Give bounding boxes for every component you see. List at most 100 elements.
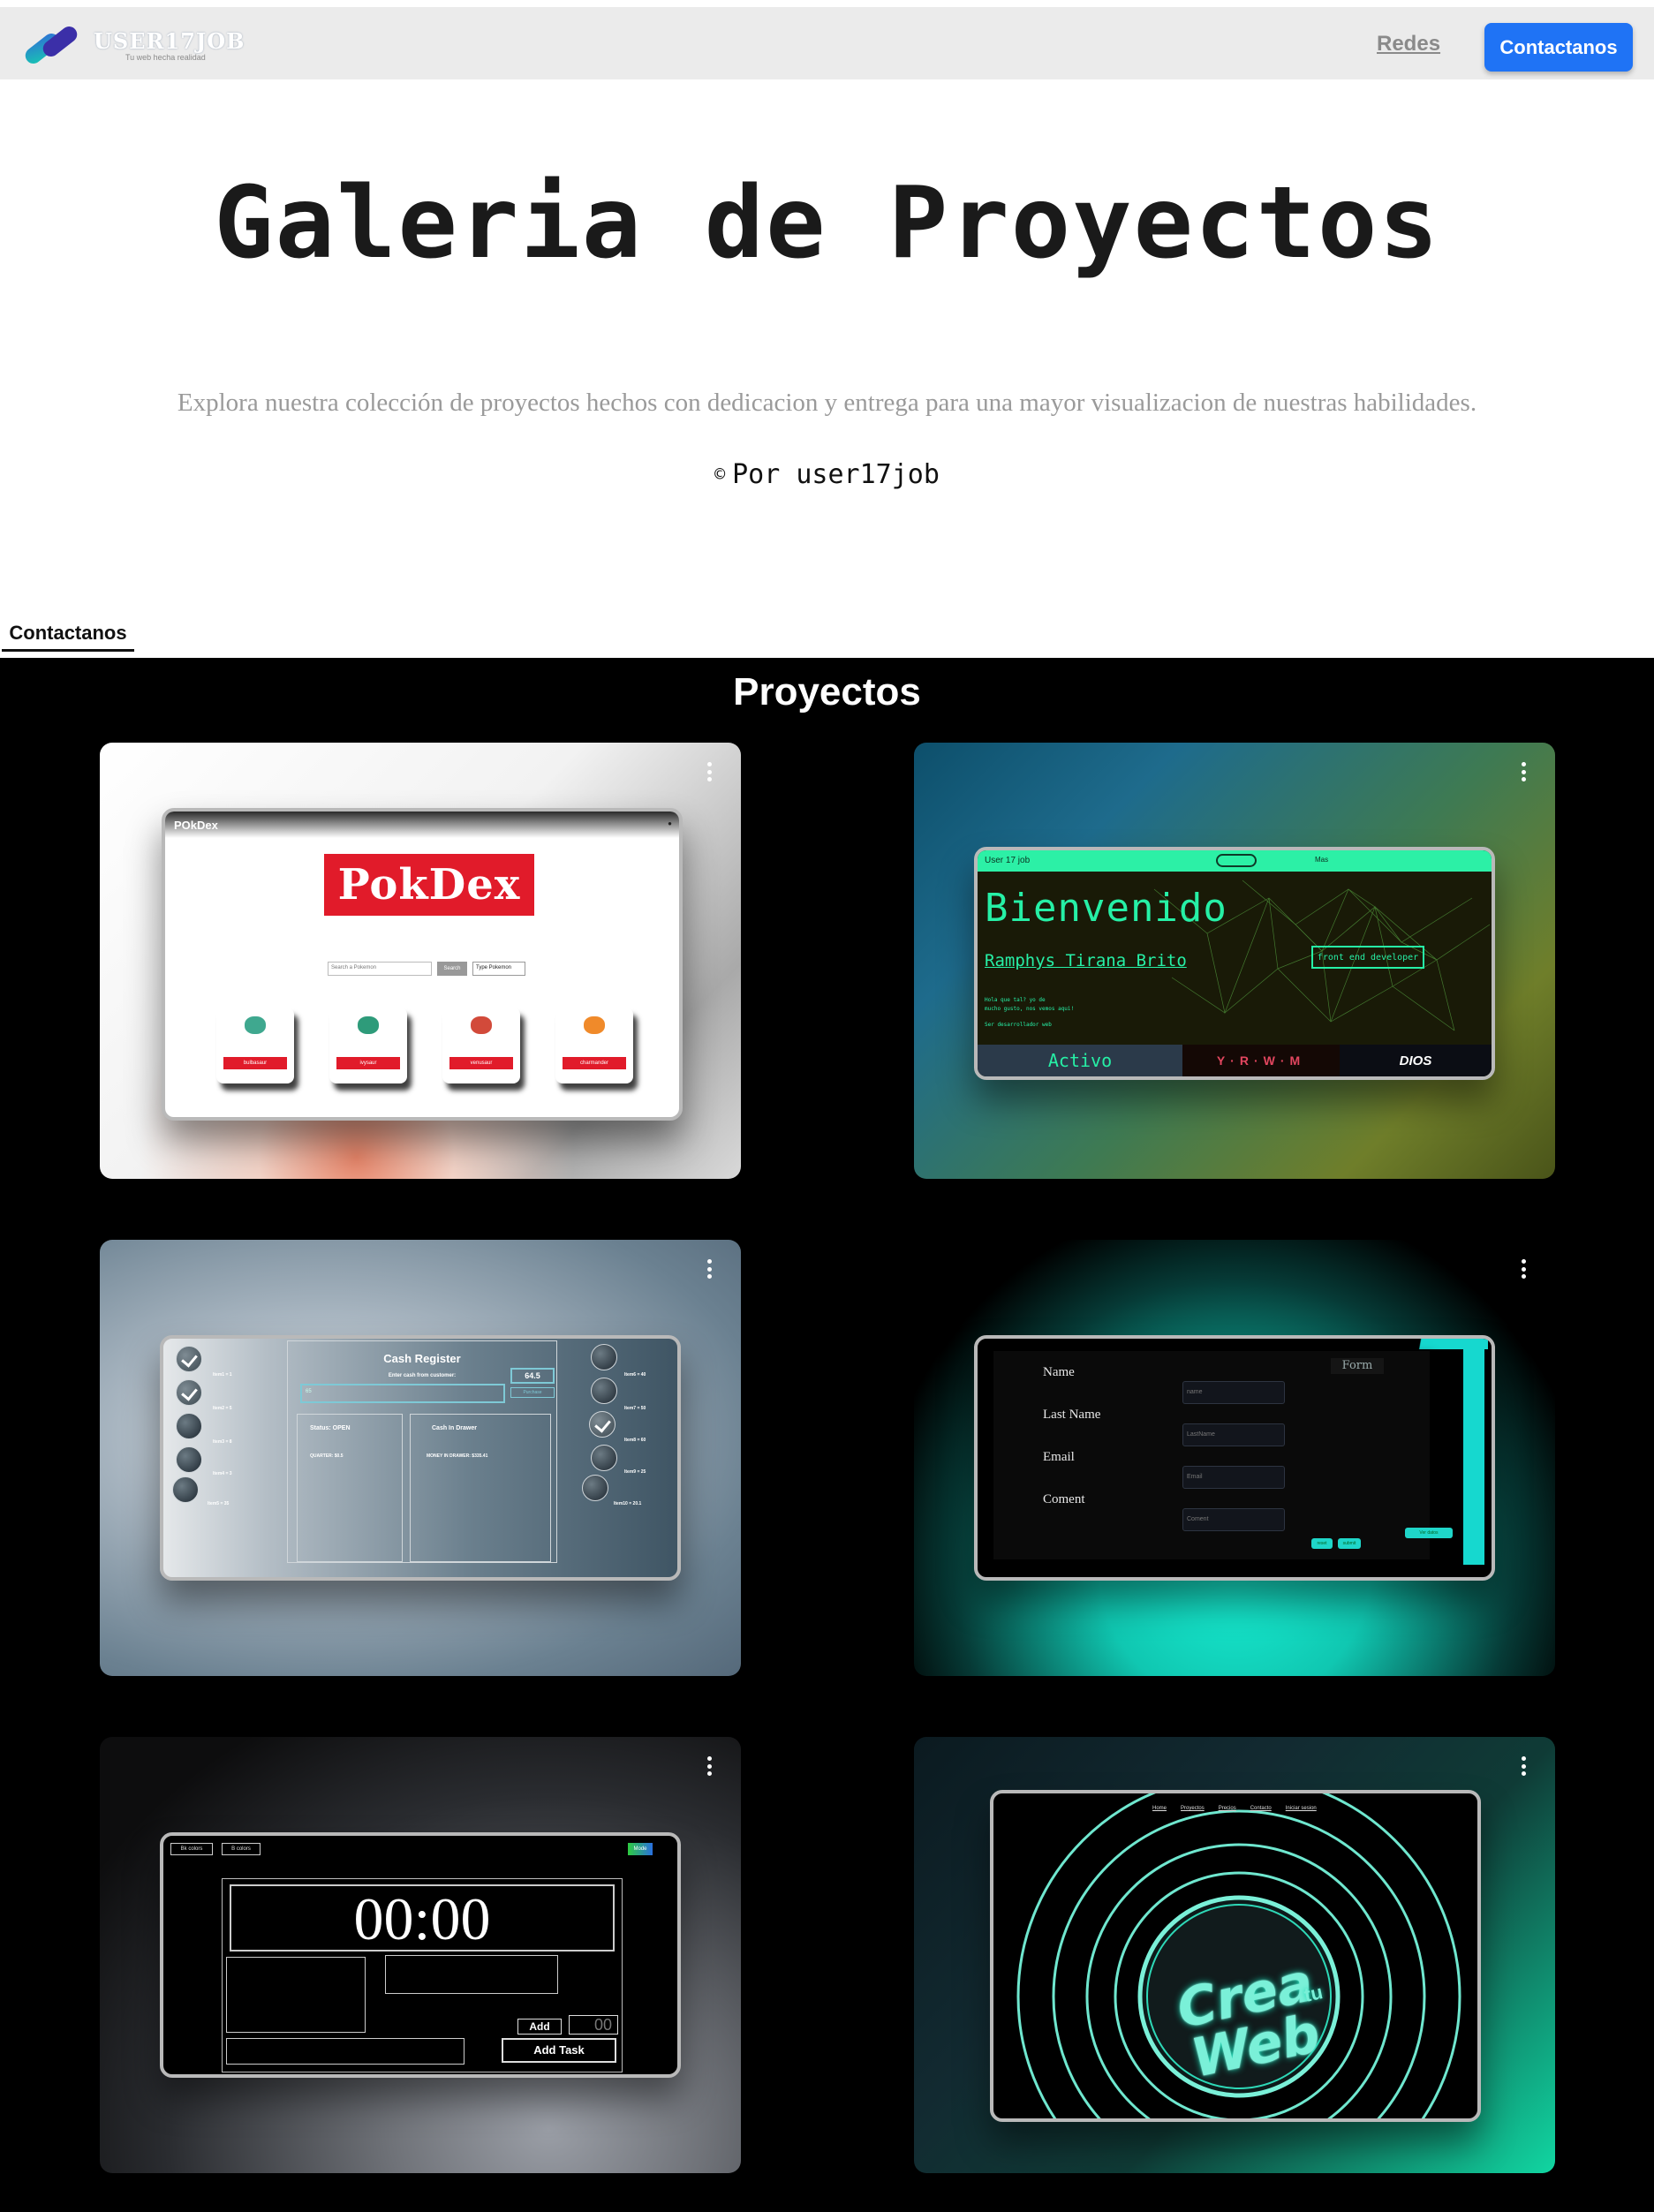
- logo[interactable]: USER17JOB Tu web hecha realidad: [21, 12, 244, 74]
- item-toggle[interactable]: [591, 1378, 617, 1404]
- bienvenido-title: Bienvenido: [985, 886, 1227, 931]
- project-card-cash-register[interactable]: Item1 = 1 Item2 = 5 Item3 = 8 Item4 = 3 …: [100, 1240, 741, 1676]
- cash-register-panel: Cash Register Enter cash from customer: …: [287, 1340, 557, 1563]
- pokemon-card[interactable]: charmander: [555, 1008, 633, 1083]
- pokemon-search-input[interactable]: Search a Pokemon: [328, 962, 432, 976]
- timer-frame: 00:00 Add 00 Add Task: [222, 1878, 623, 2072]
- task-name-input[interactable]: [226, 2038, 464, 2065]
- mode-toggle[interactable]: Mode: [628, 1843, 653, 1855]
- pokemon-name: bulbasaur: [223, 1057, 287, 1069]
- bienvenido-preview: User 17 job Mas Bienvenido Ramphys Tiran…: [974, 847, 1495, 1080]
- reset-button[interactable]: reset: [1311, 1538, 1333, 1549]
- project-card-bienvenido[interactable]: User 17 job Mas Bienvenido Ramphys Tiran…: [914, 743, 1555, 1179]
- more-options-icon[interactable]: [707, 762, 714, 781]
- drawer-amount: MONEY IN DRAWER: $335.41: [427, 1453, 488, 1459]
- status-column: Status: OPEN QUARTER: $0.5: [297, 1414, 403, 1562]
- project-card-pokdex[interactable]: POkDex ● PokDex Search a Pokemon Search …: [100, 743, 741, 1179]
- quarter-text: QUARTER: $0.5: [310, 1453, 344, 1459]
- bk-colors-button[interactable]: Bk colors: [170, 1843, 213, 1855]
- drawer-title: Cash In Drawer: [432, 1425, 477, 1431]
- status-text: Status: OPEN: [310, 1425, 351, 1431]
- projects-section: Proyectos POkDex ● PokDex Search a Pokem…: [0, 658, 1654, 2212]
- add-task-button[interactable]: Add Task: [502, 2038, 616, 2063]
- form-label: Last Name: [1043, 1408, 1101, 1422]
- bienvenido-author-link[interactable]: Ramphys Tirana Brito: [985, 951, 1187, 970]
- more-options-icon[interactable]: [707, 1259, 714, 1279]
- logo-tagline: Tu web hecha realidad: [125, 53, 206, 62]
- cash-register-preview: Item1 = 1 Item2 = 5 Item3 = 8 Item4 = 3 …: [160, 1335, 681, 1581]
- bienvenido-footer: Activo Y·R·W·M DIOS: [978, 1045, 1492, 1076]
- pokdex-bar-title: POkDex: [174, 819, 218, 832]
- credit-text: Por user17job: [732, 459, 940, 490]
- more-options-icon[interactable]: [1522, 1756, 1529, 1776]
- bienvenido-text-line: Hola que tal? yo de: [985, 997, 1046, 1003]
- pokemon-card[interactable]: venusaur: [442, 1008, 520, 1083]
- item-toggle[interactable]: [176, 1446, 202, 1473]
- task-input[interactable]: [385, 1955, 558, 1994]
- copyright-symbol: ©: [714, 464, 726, 485]
- more-options-icon[interactable]: [707, 1756, 714, 1776]
- email-field[interactable]: Email: [1182, 1466, 1285, 1489]
- minutes-input[interactable]: 00: [569, 2015, 618, 2035]
- pokemon-type-select[interactable]: Type Pokemon: [472, 962, 525, 976]
- check-icon[interactable]: [176, 1379, 202, 1406]
- check-icon[interactable]: [176, 1346, 202, 1372]
- nav-link[interactable]: Proyectos: [1181, 1806, 1205, 1811]
- page-subtitle: Explora nuestra colección de proyectos h…: [177, 389, 1477, 417]
- item-toggle[interactable]: [591, 1445, 617, 1471]
- purchase-button[interactable]: Purchase: [510, 1387, 555, 1398]
- form-preview: Form Name Last Name Email Coment name La…: [974, 1335, 1495, 1581]
- pokemon-sprite: [245, 1016, 266, 1034]
- tab-contactanos[interactable]: Contactanos: [2, 622, 134, 652]
- timer-display: 00:00: [230, 1884, 615, 1952]
- bienvenido-menu[interactable]: Mas: [1315, 856, 1328, 864]
- project-card-crea-web[interactable]: Home Proyectos Precios Contacto Iniciar …: [914, 1737, 1555, 2173]
- cash-input[interactable]: 65: [300, 1384, 505, 1403]
- bienvenido-text-line: Ser desarrollador web: [985, 1022, 1052, 1028]
- pokdex-preview: POkDex ● PokDex Search a Pokemon Search …: [162, 808, 683, 1121]
- item-label: Item6 = 40: [624, 1372, 646, 1378]
- add-button[interactable]: Add: [517, 2019, 562, 2035]
- more-options-icon[interactable]: [1522, 762, 1529, 781]
- name-field[interactable]: name: [1182, 1381, 1285, 1404]
- nav-link[interactable]: Home: [1152, 1806, 1167, 1811]
- nav-link[interactable]: Precios: [1219, 1806, 1236, 1811]
- pokemon-card[interactable]: bulbasaur: [216, 1008, 294, 1083]
- item-toggle[interactable]: [176, 1413, 202, 1439]
- item-toggle[interactable]: [591, 1344, 617, 1370]
- bienvenido-toggle[interactable]: [1216, 854, 1257, 867]
- page-title: Galeria de Proyectos: [214, 166, 1440, 281]
- tasks-preview: Bk colors B colors Mode 00:00 Add 00 Add…: [160, 1832, 681, 2078]
- project-card-tasks[interactable]: Bk colors B colors Mode 00:00 Add 00 Add…: [100, 1737, 741, 2173]
- pokeball-icon: ●: [668, 819, 672, 827]
- nav-link[interactable]: Iniciar sesion: [1286, 1806, 1317, 1811]
- b-colors-button[interactable]: B colors: [222, 1843, 261, 1855]
- bienvenido-bar-name: User 17 job: [985, 856, 1031, 865]
- nav-redes-link[interactable]: Redes: [1377, 32, 1440, 57]
- item-label: Item1 = 1: [213, 1372, 232, 1378]
- pokemon-search-button[interactable]: Search: [437, 962, 467, 976]
- bienvenido-text-line: mucho gusto, nos vemos aqui!: [985, 1006, 1075, 1012]
- more-options-icon[interactable]: [1522, 1259, 1529, 1279]
- author-credit: © Por user17job: [0, 459, 1654, 490]
- item-label: Item7 = 50: [624, 1406, 646, 1411]
- check-icon[interactable]: [589, 1411, 616, 1438]
- logo-text: USER17JOB: [94, 28, 245, 54]
- comment-field[interactable]: Coment: [1182, 1508, 1285, 1531]
- project-card-form[interactable]: Form Name Last Name Email Coment name La…: [914, 1240, 1555, 1676]
- nav-link[interactable]: Contacto: [1250, 1806, 1272, 1811]
- lastname-field[interactable]: LastName: [1182, 1423, 1285, 1446]
- item-toggle[interactable]: [582, 1475, 608, 1501]
- projects-heading: Proyectos: [733, 670, 921, 713]
- item-toggle[interactable]: [172, 1476, 199, 1503]
- form-label: Coment: [1043, 1492, 1085, 1506]
- contact-button[interactable]: Contactanos: [1484, 23, 1633, 72]
- pokemon-card[interactable]: ivysaur: [329, 1008, 407, 1083]
- submit-button[interactable]: submit: [1338, 1538, 1361, 1549]
- top-navbar: USER17JOB Tu web hecha realidad Redes Co…: [0, 7, 1654, 79]
- item-label: Item10 = 20.1: [614, 1501, 642, 1506]
- view-data-button[interactable]: Ver datos: [1405, 1528, 1453, 1538]
- bienvenido-navbar: User 17 job Mas: [978, 850, 1492, 872]
- pokemon-name: ivysaur: [336, 1057, 400, 1069]
- drawer-column: Cash In Drawer MONEY IN DRAWER: $335.41: [410, 1414, 551, 1562]
